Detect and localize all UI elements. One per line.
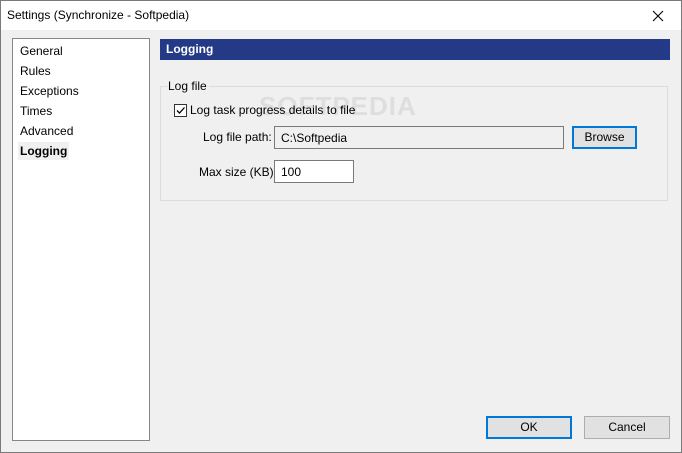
log-file-group-label: Log file xyxy=(168,79,209,93)
log-file-path-field[interactable]: C:\Softpedia xyxy=(274,126,564,149)
nav-item-exceptions[interactable]: Exceptions xyxy=(18,82,81,100)
max-size-field[interactable]: 100 xyxy=(274,160,354,183)
log-progress-checkbox[interactable] xyxy=(174,104,187,117)
log-file-path-label: Log file path: xyxy=(203,130,272,144)
nav-item-times[interactable]: Times xyxy=(18,102,54,120)
close-button[interactable] xyxy=(635,1,681,30)
nav-item-general[interactable]: General xyxy=(18,42,65,60)
cancel-button[interactable]: Cancel xyxy=(584,416,670,439)
nav-item-logging[interactable]: Logging xyxy=(18,142,70,160)
log-progress-checkbox-label[interactable]: Log task progress details to file xyxy=(190,103,355,117)
settings-nav-list[interactable]: General Rules Exceptions Times Advanced … xyxy=(12,38,150,441)
close-icon xyxy=(652,10,664,21)
nav-item-advanced[interactable]: Advanced xyxy=(18,122,75,140)
browse-button[interactable]: Browse xyxy=(572,126,637,149)
nav-item-rules[interactable]: Rules xyxy=(18,62,53,80)
settings-window: Settings (Synchronize - Softpedia) Gener… xyxy=(0,0,682,453)
title-bar[interactable]: Settings (Synchronize - Softpedia) xyxy=(1,1,681,30)
window-title: Settings (Synchronize - Softpedia) xyxy=(7,8,190,22)
max-size-label: Max size (KB): xyxy=(199,165,278,179)
ok-button[interactable]: OK xyxy=(486,416,572,439)
section-header: Logging xyxy=(160,39,670,60)
checkmark-icon xyxy=(176,107,185,114)
